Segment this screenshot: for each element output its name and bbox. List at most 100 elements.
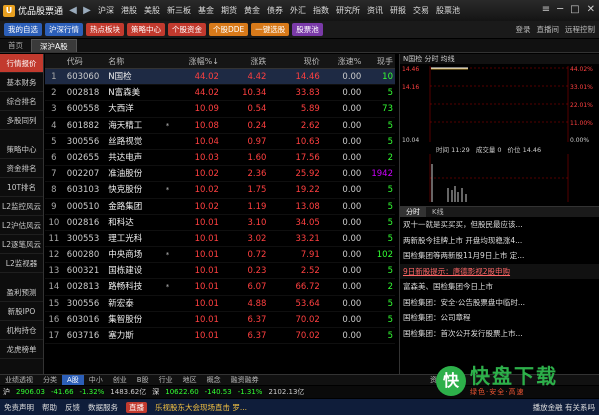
intraday-chart[interactable]: 14.46 14.16 10.04 44.02% 33.01% 22.01% 1…: [400, 64, 599, 144]
header-price[interactable]: 现价: [270, 54, 323, 68]
menu-item[interactable]: 指数: [313, 5, 329, 16]
tab-sh-sz-a[interactable]: 深沪A股: [31, 39, 77, 52]
tab-home[interactable]: 首页: [0, 39, 31, 52]
menu-item[interactable]: 港股: [121, 5, 137, 16]
forward-icon[interactable]: ▶: [80, 5, 94, 16]
sidebar-item[interactable]: 新股IPO: [0, 302, 43, 321]
table-row[interactable]: 11 300553 理工光科 10.01 3.02 33.21 0.00 5: [45, 231, 395, 248]
table-row[interactable]: 12 600280 中央商场 * 10.01 0.72 7.91 0.00 102: [45, 247, 395, 264]
side-bottom-label[interactable]: 业绩透视: [0, 375, 38, 385]
table-row[interactable]: 2 002818 N富森美 44.02 10.34 33.83 0.00 5: [45, 85, 395, 102]
toolbar-button[interactable]: 个股资金: [168, 23, 206, 36]
sidebar-item[interactable]: 资金排名: [0, 159, 43, 178]
menu-item[interactable]: 债券: [267, 5, 283, 16]
header-speed[interactable]: 涨速%: [324, 54, 366, 68]
help-link[interactable]: 帮助: [42, 402, 57, 413]
sidebar-item[interactable]: 盈利预测: [0, 283, 43, 302]
menu-item[interactable]: 期货: [221, 5, 237, 16]
feedback-link[interactable]: 反馈: [65, 402, 80, 413]
bottom-tab[interactable]: 创业: [108, 375, 132, 385]
table-row[interactable]: 17 603716 塞力斯 10.01 6.37 70.02 0.00 5: [45, 328, 395, 345]
menu-item[interactable]: 基金: [198, 5, 214, 16]
table-row[interactable]: 7 002207 准油股份 10.02 2.36 25.92 0.00 1942: [45, 166, 395, 183]
sidebar-item[interactable]: L2沪估风云: [0, 216, 43, 235]
bottom-tab[interactable]: 行业: [154, 375, 178, 385]
sidebar-item[interactable]: L2逐笔风云: [0, 235, 43, 254]
live-room-link[interactable]: 直播间: [537, 24, 560, 35]
toolbar-button[interactable]: 股票池: [292, 23, 323, 36]
toolbar-button[interactable]: 热点板块: [86, 23, 124, 36]
menu-item[interactable]: 股票池: [436, 5, 460, 16]
sidebar-item[interactable]: 基本财务: [0, 73, 43, 92]
disclaimer-link[interactable]: 免责声明: [4, 402, 34, 413]
news-item[interactable]: 国检集团：公司章程: [400, 310, 599, 326]
table-row[interactable]: 1 603060 N国检 44.02 4.42 14.46 0.00 10: [45, 69, 395, 86]
sidebar-item[interactable]: 行情报价: [0, 54, 43, 73]
toolbar-button[interactable]: 策略中心: [127, 23, 165, 36]
login-link[interactable]: 登录: [516, 24, 531, 35]
bottom-tab[interactable]: 中小: [84, 375, 108, 385]
table-row[interactable]: 8 603103 快克股份 * 10.02 1.75 19.22 0.00 5: [45, 182, 395, 199]
bottom-tab[interactable]: 地区: [178, 375, 202, 385]
bottom-tab[interactable]: B股: [132, 375, 154, 385]
minimize-icon[interactable]: ─: [557, 4, 563, 15]
sidebar-item[interactable]: 策略中心: [0, 140, 43, 159]
data-service-link[interactable]: 数据服务: [88, 402, 118, 413]
header-name[interactable]: 名称: [108, 54, 161, 68]
menu-item[interactable]: 沪深: [98, 5, 114, 16]
table-row[interactable]: 15 300556 新宏泰 10.01 4.88 53.64 0.00 5: [45, 296, 395, 312]
sidebar-item[interactable]: 综合排名: [0, 92, 43, 111]
back-icon[interactable]: ◀: [66, 5, 80, 16]
table-row[interactable]: 4 601882 海天精工 * 10.08 0.24 2.62 0.00 5: [45, 118, 395, 134]
sidebar-item[interactable]: 龙虎榜单: [0, 340, 43, 359]
menu-item[interactable]: 资讯: [367, 5, 383, 16]
menu-item[interactable]: 黄金: [244, 5, 260, 16]
bottom-tab[interactable]: 融资融券: [226, 375, 264, 385]
table-row[interactable]: 5 300556 丝路视觉 10.04 0.97 10.63 0.00 5: [45, 134, 395, 150]
menu-item[interactable]: 交易: [413, 5, 429, 16]
maximize-icon[interactable]: □: [570, 4, 579, 15]
sidebar-item[interactable]: 多股同列: [0, 111, 43, 130]
sidebar-item[interactable]: L2监视器: [0, 254, 43, 273]
menu-item[interactable]: 研报: [390, 5, 406, 16]
toolbar-button[interactable]: 我的自选: [4, 23, 42, 36]
menu-item[interactable]: 外汇: [290, 5, 306, 16]
news-item[interactable]: 富森美、国检集团今日上市: [400, 279, 599, 295]
table-row[interactable]: 3 600558 大西洋 10.09 0.54 5.89 0.00 73: [45, 101, 395, 118]
bottom-tab[interactable]: 分类: [38, 375, 62, 385]
sidebar-item[interactable]: 机构持仓: [0, 321, 43, 340]
bottom-tab[interactable]: 概念: [202, 375, 226, 385]
sidebar-item[interactable]: L2监控风云: [0, 197, 43, 216]
bottom-tab[interactable]: A股: [62, 375, 84, 385]
news-item[interactable]: 国检集团：首次公开发行股票上市...: [400, 326, 599, 342]
header-code[interactable]: 代码: [63, 54, 109, 68]
toolbar-button[interactable]: 沪深行情: [45, 23, 83, 36]
header-chg[interactable]: 涨跌: [223, 54, 270, 68]
table-row[interactable]: 6 002655 共达电声 10.03 1.60 17.56 0.00 2: [45, 150, 395, 167]
table-row[interactable]: 9 000510 金路集团 10.02 1.19 13.08 0.00 5: [45, 199, 395, 215]
table-row[interactable]: 14 002813 路畅科技 * 10.01 6.07 66.72 0.00 2: [45, 279, 395, 296]
news-item[interactable]: 国检集团：安全·公告股票盘中临时...: [400, 295, 599, 311]
news-ticker[interactable]: 乐视股东大会现场直击 罗...: [155, 402, 247, 413]
close-icon[interactable]: ✕: [587, 4, 595, 15]
menu-icon[interactable]: ≡: [542, 4, 550, 15]
menu-item[interactable]: 美股: [144, 5, 160, 16]
tab-kline[interactable]: K线: [426, 207, 450, 217]
header-volume[interactable]: 现手: [365, 54, 395, 68]
table-row[interactable]: 10 002816 和科达 10.01 3.10 34.05 0.00 5: [45, 215, 395, 231]
news-item[interactable]: 国检集团等两新股11月9日上市 定...: [400, 248, 599, 264]
remote-control-link[interactable]: 远程控制: [565, 24, 595, 35]
news-item[interactable]: 两新股今挂牌上市 开盘均现稳涨4...: [400, 233, 599, 249]
toolbar-button[interactable]: 个股DDE: [209, 23, 249, 36]
tab-intraday[interactable]: 分时: [400, 207, 426, 217]
header-pct[interactable]: 涨幅%↓: [173, 54, 222, 68]
toolbar-button[interactable]: 一键选股: [251, 23, 290, 36]
news-item[interactable]: 双十一就是买买买，但股民最应该...: [400, 217, 599, 233]
table-row[interactable]: 16 603016 集智股份 10.01 6.37 70.02 0.00 5: [45, 312, 395, 328]
menu-item[interactable]: 新三板: [167, 5, 191, 16]
news-item[interactable]: 9日新股提示：唐德影视2股申购: [400, 263, 599, 279]
sidebar-item[interactable]: 10T排名: [0, 178, 43, 197]
live-badge[interactable]: 直播: [126, 401, 147, 413]
menu-item[interactable]: 研究所: [336, 5, 360, 16]
table-row[interactable]: 13 600321 国栋建设 10.01 0.23 2.52 0.00 5: [45, 263, 395, 280]
